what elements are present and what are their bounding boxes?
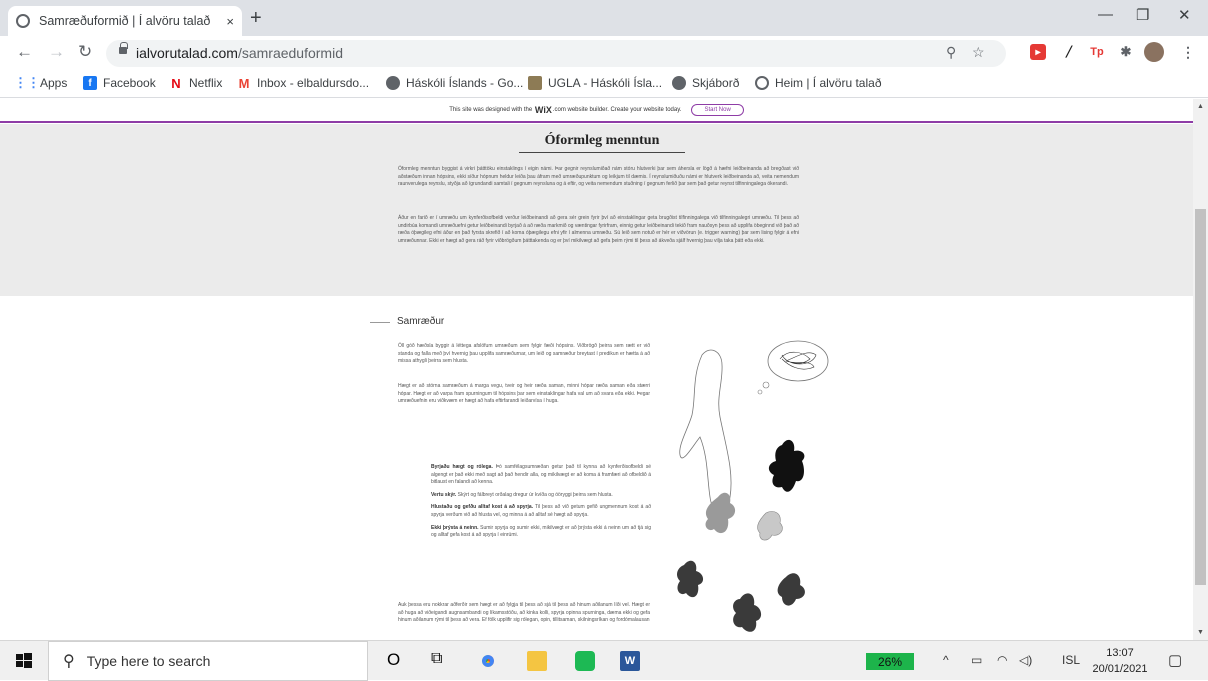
battery-tray-icon[interactable]: ▭ [971, 653, 982, 667]
cortana-icon[interactable]: O [387, 650, 407, 670]
word-icon[interactable]: W [620, 651, 640, 671]
facebook-icon: f [83, 76, 97, 90]
lock-icon [119, 42, 128, 55]
bookmark-apps[interactable]: ⋮⋮ Apps [14, 75, 67, 90]
tab-strip: Samræðuformið | Í alvöru talað × + — ❐ ✕ [0, 0, 1208, 36]
bookmark-inbox[interactable]: M Inbox - elbaldursdo... [237, 75, 370, 91]
section-title: Óformleg menntun [519, 133, 685, 153]
netflix-icon: N [171, 75, 181, 91]
scrollbar-thumb[interactable] [1195, 209, 1206, 585]
bookmark-skjabord[interactable]: Skjáborð [672, 76, 739, 90]
ugla-icon [528, 76, 542, 90]
section-informal-education: Óformleg menntun Óformleg menntun byggis… [0, 124, 1193, 296]
zoom-icon[interactable]: ⚲ [946, 44, 956, 61]
wifi-icon[interactable]: ◠ [997, 653, 1007, 667]
tips-list: Byrjaðu hægt og rólega. Þó samfélagsumræ… [431, 464, 651, 540]
bookmark-ugla[interactable]: UGLA - Háskóli Ísla... [528, 76, 662, 90]
gmail-icon: M [238, 75, 250, 91]
extensions-puzzle-icon[interactable]: ✱ [1118, 44, 1134, 60]
spotify-icon[interactable] [575, 651, 595, 671]
thought-bubble [767, 340, 829, 382]
paragraph: Öll góð hæðsla byggir á léttega afslöfum… [398, 343, 650, 365]
profile-avatar[interactable] [1144, 42, 1164, 62]
bookmark-haskoli[interactable]: Háskóli Íslands - Go... [386, 76, 523, 90]
bookmark-facebook[interactable]: f Facebook [83, 76, 156, 90]
globe-icon [672, 76, 686, 90]
divider [370, 322, 390, 323]
tip-item: Ekki þrýsta á neinn. Sumir spyrja og sum… [431, 524, 651, 539]
globe-icon [755, 76, 769, 90]
extension-tp-icon[interactable]: Tp [1089, 44, 1105, 60]
black-figure [768, 439, 805, 492]
browser-tab[interactable]: Samræðuformið | Í alvöru talað × [8, 6, 242, 36]
extension-video-icon[interactable]: ▸ [1030, 44, 1046, 60]
scribble [779, 351, 817, 370]
dark-figure [677, 560, 704, 598]
dark-figure [733, 593, 762, 632]
wix-start-now-button[interactable]: Start Now [691, 104, 744, 116]
windows-taskbar: ⚲ Type here to search O ⧉ W 26% ^ ▭ ◠ ◁)… [0, 640, 1208, 681]
bookmark-star-icon[interactable]: ☆ [972, 44, 985, 61]
file-explorer-icon[interactable] [527, 651, 547, 671]
back-icon[interactable]: ← [16, 42, 33, 62]
scroll-down-icon[interactable]: ▼ [1197, 629, 1204, 636]
search-placeholder: Type here to search [86, 653, 211, 669]
window-close-icon[interactable]: ✕ [1178, 6, 1191, 24]
battery-indicator[interactable]: 26% [866, 653, 914, 670]
site-favicon-icon [16, 14, 30, 28]
forward-icon[interactable]: → [48, 42, 65, 62]
tab-close-icon[interactable]: × [226, 14, 234, 29]
task-view-icon[interactable]: ⧉ [431, 650, 451, 670]
globe-icon [386, 76, 400, 90]
url-text[interactable]: ialvorutalad.com/samraeduformid [136, 45, 343, 61]
bookmark-heim[interactable]: Heim | Í alvöru talað [755, 76, 882, 90]
windows-start-icon[interactable] [14, 651, 34, 671]
dark-figure [777, 573, 805, 606]
reload-icon[interactable]: ↻ [78, 42, 92, 62]
bookmarks-bar: ⋮⋮ Apps f Facebook N Netflix M Inbox - e… [0, 70, 1208, 98]
wix-banner: This site was designed with the WiX .com … [0, 99, 1193, 123]
browser-toolbar: ← → ↻ ialvorutalad.com/samraeduformid ⚲ … [0, 36, 1208, 70]
tip-item: Byrjaðu hægt og rólega. Þó samfélagsumræ… [431, 464, 651, 486]
scroll-up-icon[interactable]: ▲ [1197, 103, 1204, 110]
extension-pen-icon[interactable]: ╱ [1061, 44, 1077, 60]
notifications-icon[interactable]: ▢ [1168, 651, 1182, 669]
tray-expand-icon[interactable]: ^ [943, 653, 949, 667]
search-icon: ⚲ [63, 653, 75, 670]
chrome-taskbar-icon[interactable] [478, 651, 498, 671]
minimize-icon[interactable]: — [1098, 6, 1113, 23]
page-viewport[interactable]: This site was designed with the WiX .com … [0, 99, 1208, 640]
menu-kebab-icon[interactable]: ⋮ [1180, 44, 1196, 60]
taskbar-search-box[interactable]: ⚲ Type here to search [48, 641, 368, 681]
tip-item: Hlustaðu og gefðu alltaf kost á að spyrj… [431, 504, 651, 518]
paragraph: Óformleg menntun byggist á virkri þátttö… [398, 166, 799, 188]
conversation-illustration [677, 340, 829, 632]
page-scrollbar[interactable]: ▲ ▼ [1193, 99, 1208, 640]
volume-icon[interactable]: ◁) [1019, 653, 1032, 667]
light-figure [757, 511, 783, 541]
new-tab-button[interactable]: + [250, 7, 262, 30]
paragraph: Auk þessa eru nokkrar aðferðir sem hægt … [398, 602, 650, 624]
tab-title: Samræðuformið | Í alvöru talað [39, 14, 211, 28]
bookmark-netflix[interactable]: N Netflix [169, 75, 222, 91]
input-language[interactable]: ISL [1062, 653, 1080, 667]
system-clock[interactable]: 13:07 20/01/2021 [1090, 645, 1150, 677]
paragraph: Hægt er að stórna samræðum á marga vegu,… [398, 383, 650, 405]
restore-icon[interactable]: ❐ [1136, 6, 1149, 24]
tip-item: Vertu skýr. Skýrt og fálbreyt orðalag dr… [431, 491, 613, 498]
apps-grid-icon: ⋮⋮ [14, 75, 40, 90]
wix-logo: WiX [534, 105, 552, 115]
outline-figure [679, 349, 732, 512]
paragraph: Áður en farið er í umræðu um kynferðisof… [398, 215, 799, 244]
address-bar[interactable]: ialvorutalad.com/samraeduformid ⚲ ☆ [106, 40, 1006, 67]
section-title-samraedur: Samræður [397, 316, 445, 327]
